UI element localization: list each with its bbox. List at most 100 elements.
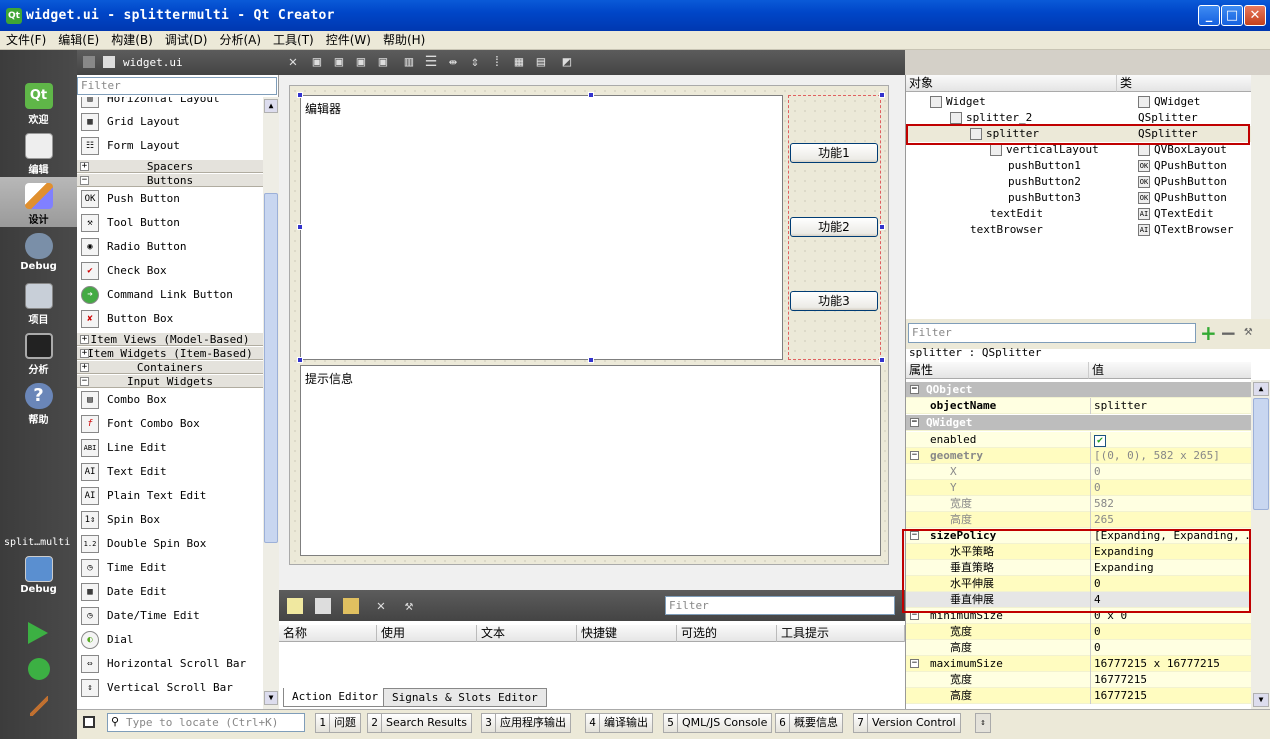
property-maximum-size[interactable]: − maximumSize 16777215 x 16777215 (906, 656, 1251, 672)
widget-horizontal-scroll-bar[interactable]: ⇔ Horizontal Scroll Bar (77, 652, 263, 676)
widget-check-box[interactable]: ✔ Check Box (77, 259, 263, 283)
widget-box-scrollbar[interactable]: ▲ ▼ (263, 97, 279, 709)
function-button-2[interactable]: 功能2 (790, 217, 878, 237)
category-input-widgets[interactable]: − Input Widgets (77, 374, 263, 388)
tree-row-text-browser[interactable]: textBrowser AI QTextBrowser (906, 222, 1251, 238)
remove-property-icon[interactable]: − (1220, 321, 1237, 345)
widget-filter-input[interactable]: Filter (77, 77, 277, 95)
category-item-widgets[interactable]: + Item Widgets (Item-Based) (77, 346, 263, 360)
copy-action-icon[interactable] (315, 598, 331, 614)
delete-action-icon[interactable]: ✕ (373, 598, 389, 614)
property-geometry-height[interactable]: 高度 265 (906, 512, 1251, 528)
pane-compile-output[interactable]: 4 编译输出 (585, 713, 653, 733)
locator-input[interactable]: Type to locate (Ctrl+K) (107, 713, 305, 732)
toggle-sidebar-icon[interactable] (83, 716, 95, 728)
property-column-header[interactable]: 属性 (906, 362, 1088, 379)
scroll-up-icon[interactable]: ▲ (1253, 382, 1269, 396)
mode-welcome[interactable]: Qt 欢迎 (0, 77, 77, 127)
widget-vertical-scroll-bar[interactable]: ⇕ Vertical Scroll Bar (77, 676, 263, 700)
selection-handle[interactable] (297, 92, 303, 98)
widget-command-link-button[interactable]: ➜ Command Link Button (77, 283, 263, 307)
widget-tool-button[interactable]: ⚒ Tool Button (77, 211, 263, 235)
widget-button-box[interactable]: ✘ Button Box (77, 307, 263, 331)
widget-font-combo-box[interactable]: f Font Combo Box (77, 412, 263, 436)
menu-widgets[interactable]: 控件(W) (320, 31, 377, 49)
property-group-qobject[interactable]: − QObject (906, 382, 1251, 398)
widget-text-edit[interactable]: AI Text Edit (77, 460, 263, 484)
widget-radio-button[interactable]: ◉ Radio Button (77, 235, 263, 259)
col-shortcut[interactable]: 快捷键 (577, 625, 677, 642)
pane-version-control[interactable]: 7 Version Control (853, 713, 961, 733)
selection-handle[interactable] (588, 357, 594, 363)
category-buttons[interactable]: − Buttons (77, 173, 263, 187)
mode-analyze[interactable]: 分析 (0, 327, 77, 377)
col-used[interactable]: 使用 (377, 625, 477, 642)
edit-tab-order-icon[interactable]: ▣ (375, 54, 391, 70)
property-minimum-width[interactable]: 宽度 0 (906, 624, 1251, 640)
lock-icon[interactable] (83, 56, 95, 68)
new-action-icon[interactable] (287, 598, 303, 614)
pane-search-results[interactable]: 2 Search Results (367, 713, 473, 733)
edit-signals-slots-icon[interactable]: ▣ (331, 54, 347, 70)
splitter-horizontal-icon[interactable]: ⇹ (445, 54, 461, 70)
maximize-button[interactable]: □ (1221, 5, 1243, 26)
widget-spin-box[interactable]: 1⇕ Spin Box (77, 508, 263, 532)
scroll-down-icon[interactable]: ▼ (264, 691, 278, 705)
widget-plain-text-edit[interactable]: AI Plain Text Edit (77, 484, 263, 508)
menu-debug[interactable]: 调试(D) (159, 31, 214, 49)
col-name[interactable]: 名称 (279, 625, 377, 642)
tree-row-widget[interactable]: Widget QWidget (906, 94, 1251, 110)
property-enabled[interactable]: enabled ✔ (906, 432, 1251, 448)
tab-action-editor[interactable]: Action Editor (283, 688, 388, 707)
selection-handle[interactable] (297, 357, 303, 363)
mode-design[interactable]: 设计 (0, 177, 77, 227)
widget-grid-layout[interactable]: ▦ Grid Layout (77, 110, 263, 134)
function-button-3[interactable]: 功能3 (790, 291, 878, 311)
close-button[interactable]: ✕ (1244, 5, 1266, 26)
configure-icon[interactable]: ⚒ (1244, 323, 1252, 339)
col-checkable[interactable]: 可选的 (677, 625, 777, 642)
object-inspector-scrollbar[interactable] (1251, 75, 1270, 319)
selection-handle[interactable] (879, 357, 885, 363)
widget-horizontal-layout[interactable]: ▥ Horizontal Layout (77, 97, 263, 111)
pane-application-output[interactable]: 3 应用程序输出 (481, 713, 571, 733)
class-column-header[interactable]: 类 (1116, 75, 1251, 92)
layout-vertically-icon[interactable]: ☰ (423, 54, 439, 70)
enabled-checkbox[interactable]: ✔ (1094, 435, 1106, 447)
function-button-1[interactable]: 功能1 (790, 143, 878, 163)
edit-buddies-icon[interactable]: ▣ (353, 54, 369, 70)
form-widget[interactable]: 编辑器 功能1 功能2 功能3 提示信息 (289, 85, 889, 565)
tree-row-text-edit[interactable]: textEdit AI QTextEdit (906, 206, 1251, 222)
pane-general-messages[interactable]: 6 概要信息 (775, 713, 843, 733)
menu-analyze[interactable]: 分析(A) (213, 31, 267, 49)
widget-form-layout[interactable]: ☷ Form Layout (77, 134, 263, 158)
widget-double-spin-box[interactable]: 1.2 Double Spin Box (77, 532, 263, 556)
selection-handle[interactable] (879, 92, 885, 98)
category-containers[interactable]: + Containers (77, 360, 263, 374)
layout-form-icon[interactable]: ⁞ (489, 54, 505, 70)
run-icon[interactable] (28, 622, 48, 644)
break-layout-icon[interactable]: ▤ (533, 54, 549, 70)
mode-edit[interactable]: 编辑 (0, 127, 77, 177)
tree-row-push-button-3[interactable]: pushButton3 OK QPushButton (906, 190, 1251, 206)
col-tooltip[interactable]: 工具提示 (777, 625, 905, 642)
action-filter-input[interactable]: Filter (665, 596, 895, 615)
layout-grid-icon[interactable]: ▦ (511, 54, 527, 70)
selection-handle[interactable] (879, 224, 885, 230)
property-maximum-height[interactable]: 高度 16777215 (906, 688, 1251, 704)
category-item-views[interactable]: + Item Views (Model-Based) (77, 332, 263, 346)
widget-time-edit[interactable]: ◷ Time Edit (77, 556, 263, 580)
widget-combo-box[interactable]: ▤ Combo Box (77, 388, 263, 412)
more-panes-icon[interactable]: ⇕ (975, 713, 991, 733)
widget-line-edit[interactable]: ABI Line Edit (77, 436, 263, 460)
configure-icon[interactable]: ⚒ (401, 598, 417, 614)
menu-tools[interactable]: 工具(T) (267, 31, 320, 49)
selection-handle[interactable] (297, 224, 303, 230)
widget-date-time-edit[interactable]: ◷ Date/Time Edit (77, 604, 263, 628)
layout-horizontally-icon[interactable]: ▥ (401, 54, 417, 70)
col-text[interactable]: 文本 (477, 625, 577, 642)
menu-file[interactable]: 文件(F) (0, 31, 52, 49)
adjust-size-icon[interactable]: ◩ (559, 54, 575, 70)
property-geometry-width[interactable]: 宽度 582 (906, 496, 1251, 512)
file-tab-label[interactable]: widget.ui (123, 56, 183, 69)
